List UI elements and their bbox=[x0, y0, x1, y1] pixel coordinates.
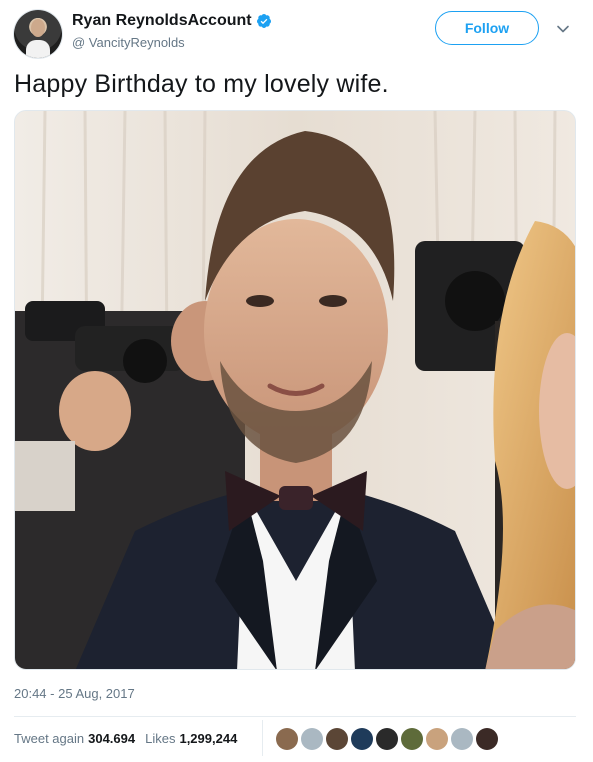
verified-badge-icon bbox=[256, 14, 271, 28]
photo-illustration bbox=[15, 111, 575, 669]
stats-separator bbox=[262, 720, 263, 756]
tweet-timestamp[interactable]: 20:44 - 25 Aug, 2017 bbox=[14, 686, 135, 701]
liker-avatar-9[interactable] bbox=[476, 728, 498, 750]
liker-avatar-1[interactable] bbox=[276, 728, 298, 750]
chevron-down-icon[interactable] bbox=[556, 22, 570, 36]
follow-button[interactable]: Follow bbox=[435, 11, 539, 45]
liker-avatar-2[interactable] bbox=[301, 728, 323, 750]
divider bbox=[14, 716, 576, 717]
liker-avatars bbox=[276, 728, 501, 750]
author-display-name[interactable]: Ryan ReynoldsAccount bbox=[72, 12, 252, 30]
author-avatar[interactable] bbox=[14, 10, 62, 58]
avatar-head bbox=[31, 19, 45, 37]
author-handle[interactable]: @ VancityReynolds bbox=[72, 35, 185, 50]
avatar-shirt bbox=[26, 40, 50, 58]
tweet-stats: Tweet again 304.694 Likes 1,299,244 bbox=[14, 731, 237, 746]
liker-avatar-4[interactable] bbox=[351, 728, 373, 750]
liker-avatar-3[interactable] bbox=[326, 728, 348, 750]
liker-avatar-8[interactable] bbox=[451, 728, 473, 750]
tweet-photo[interactable] bbox=[14, 110, 576, 670]
tweet-text: Happy Birthday to my lovely wife. bbox=[14, 70, 389, 98]
liker-avatar-5[interactable] bbox=[376, 728, 398, 750]
liker-avatar-7[interactable] bbox=[426, 728, 448, 750]
liker-avatar-6[interactable] bbox=[401, 728, 423, 750]
likes-label[interactable]: Likes bbox=[145, 731, 175, 746]
author-name-row: Ryan ReynoldsAccount bbox=[72, 12, 272, 30]
retweets-label[interactable]: Tweet again bbox=[14, 731, 84, 746]
likes-count[interactable]: 1,299,244 bbox=[179, 731, 237, 746]
retweets-count[interactable]: 304.694 bbox=[88, 731, 135, 746]
